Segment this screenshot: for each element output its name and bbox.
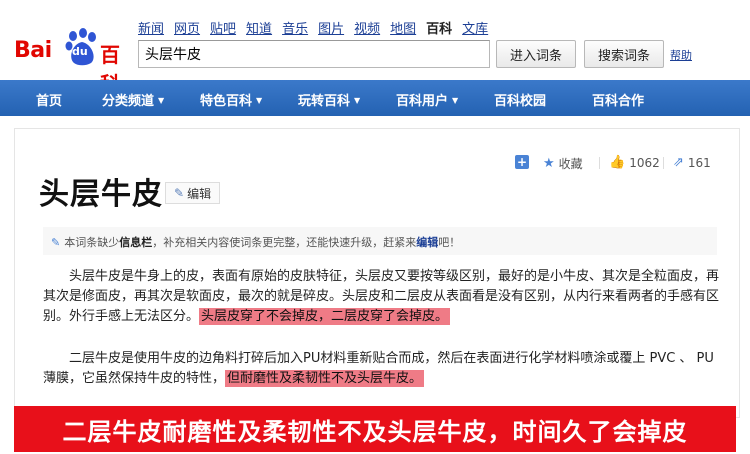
topnav-web[interactable]: 网页	[174, 18, 200, 37]
topnav-tieba[interactable]: 贴吧	[210, 18, 236, 37]
topnav-zhidao[interactable]: 知道	[246, 18, 272, 37]
topnav-wenku[interactable]: 文库	[462, 18, 488, 37]
highlight-text: 但耐磨性及柔韧性不及头层牛皮。	[225, 370, 425, 387]
caret-down-icon: ▼	[452, 96, 459, 105]
mainnav-users[interactable]: 百科用户 ▼	[396, 90, 458, 109]
caret-down-icon: ▼	[354, 96, 361, 105]
pencil-icon: ✎	[51, 236, 61, 249]
logo-du-text: du	[72, 45, 88, 58]
search-input[interactable]	[138, 40, 490, 68]
topnav-news[interactable]: 新闻	[138, 18, 164, 37]
mainnav-campus[interactable]: 百科校园	[494, 90, 546, 109]
caret-down-icon: ▼	[158, 96, 165, 105]
topnav-baike[interactable]: 百科	[426, 18, 452, 37]
paragraph-1: 头层牛皮是牛身上的皮，表面有原始的皮肤特征，头层皮又要按等级区别，最好的是小牛皮…	[43, 269, 720, 325]
enter-entry-button[interactable]: 进入词条	[496, 40, 576, 68]
share-button[interactable]: ⇗ 161	[673, 155, 711, 170]
topnav-images[interactable]: 图片	[318, 18, 344, 37]
main-nav-bar: 首页 分类频道 ▼ 特色百科 ▼ 玩转百科 ▼ 百科用户 ▼ 百科校园 百科合作	[0, 80, 750, 116]
highlight-text: 头层皮穿了不会掉皮，二层皮穿了会掉皮。	[199, 308, 451, 325]
mainnav-featured[interactable]: 特色百科 ▼	[200, 90, 262, 109]
thumbs-up-icon: 👍	[609, 155, 626, 170]
mainnav-categories[interactable]: 分类频道 ▼	[102, 90, 164, 109]
divider	[599, 157, 600, 169]
page-title: 头层牛皮	[39, 177, 163, 212]
edit-button[interactable]: ✎ 编辑	[165, 182, 221, 204]
help-link[interactable]: 帮助	[670, 47, 692, 63]
divider	[663, 157, 664, 169]
add-plus-icon[interactable]: +	[515, 155, 529, 169]
article-card: + ★ 收藏 👍 1062 ⇗ 161 头层牛皮 ✎ 编辑 ✎ 本词条缺少信息栏，…	[14, 128, 740, 418]
like-button[interactable]: 👍 1062	[609, 155, 660, 170]
notice-edit-link[interactable]: 编辑	[416, 236, 438, 249]
topnav-map[interactable]: 地图	[390, 18, 416, 37]
mainnav-home[interactable]: 首页	[36, 90, 62, 109]
mainnav-play[interactable]: 玩转百科 ▼	[298, 90, 360, 109]
header: Bai du 百科 新闻 网页 贴吧 知道 音乐 图片 视频 地图 百科 文库 …	[0, 0, 750, 96]
top-product-nav: 新闻 网页 贴吧 知道 音乐 图片 视频 地图 百科 文库	[138, 18, 498, 37]
star-icon: ★	[543, 156, 555, 171]
baidu-baike-logo[interactable]: Bai du 百科	[14, 28, 136, 96]
share-icon: ⇗	[673, 155, 684, 170]
caret-down-icon: ▼	[256, 96, 263, 105]
paragraph-2: 二层牛皮是使用牛皮的边角料打碎后加入PU材料重新贴合而成，然后在表面进行化学材料…	[43, 351, 714, 387]
pencil-icon: ✎	[174, 186, 185, 200]
topnav-music[interactable]: 音乐	[282, 18, 308, 37]
logo-bai-text: Bai	[14, 38, 52, 63]
mainnav-cooperation[interactable]: 百科合作	[592, 90, 644, 109]
topnav-video[interactable]: 视频	[354, 18, 380, 37]
favorite-button[interactable]: ★ 收藏	[543, 155, 583, 172]
search-entry-button[interactable]: 搜索词条	[584, 40, 664, 68]
caption-banner: 二层牛皮耐磨性及柔韧性不及头层牛皮，时间久了会掉皮	[14, 406, 736, 452]
missing-info-notice: ✎ 本词条缺少信息栏，补充相关内容使词条更完整，还能快速升级，赶紧来编辑吧！	[43, 227, 717, 255]
